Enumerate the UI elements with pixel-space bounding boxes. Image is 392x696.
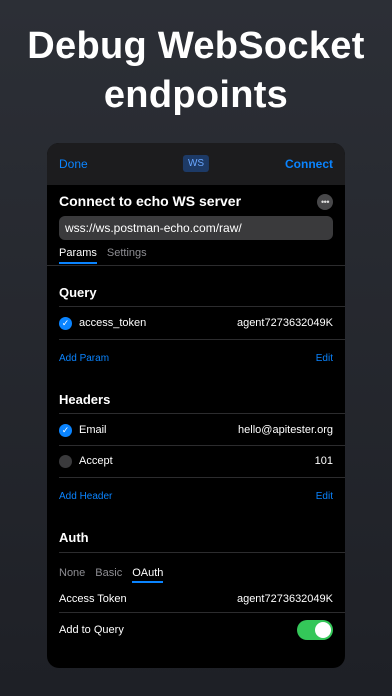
auth-section-title: Auth: [59, 530, 89, 545]
query-actions: Add Param Edit: [59, 353, 333, 364]
auth-tab-basic[interactable]: Basic: [95, 567, 122, 583]
checkmark-icon[interactable]: ✓: [59, 316, 72, 330]
header-row[interactable]: ✓ Email hello@apitester.org: [59, 420, 333, 440]
query-section-title: Query: [59, 285, 97, 300]
query-row[interactable]: ✓ access_token agent7273632049K: [59, 313, 333, 333]
tab-settings[interactable]: Settings: [107, 247, 147, 264]
header-value: hello@apitester.org: [238, 424, 333, 436]
query-key: access_token: [79, 317, 147, 329]
header-key: Email: [79, 424, 107, 436]
add-to-query-label: Add to Query: [59, 624, 124, 636]
divider: [59, 612, 345, 613]
header-key: Accept: [79, 455, 113, 467]
header-value: 101: [314, 455, 333, 467]
query-value: agent7273632049K: [236, 317, 333, 329]
access-token-label: Access Token: [59, 593, 127, 605]
header-row[interactable]: Accept 101: [59, 451, 333, 471]
tab-params[interactable]: Params: [59, 247, 97, 264]
divider: [59, 339, 345, 340]
request-tabs: Params Settings: [59, 247, 147, 264]
ellipsis-icon[interactable]: •••: [317, 194, 333, 210]
auth-tabs: None Basic OAuth: [59, 567, 164, 583]
request-title: Connect to echo WS server: [59, 193, 242, 209]
headline: Debug WebSocket endpoints: [0, 22, 392, 120]
add-to-query-row: Add to Query: [59, 620, 333, 640]
divider: [59, 413, 345, 414]
divider: [59, 445, 345, 446]
headline-line-2: endpoints: [103, 74, 289, 116]
divider: [59, 306, 345, 307]
header-actions: Add Header Edit: [59, 491, 333, 502]
access-token-value: agent7273632049K: [236, 593, 333, 605]
divider: [59, 477, 345, 478]
add-to-query-toggle[interactable]: [297, 620, 333, 640]
edit-headers-button[interactable]: Edit: [316, 491, 333, 502]
url-input[interactable]: [59, 216, 333, 240]
add-param-button[interactable]: Add Param: [59, 353, 109, 364]
nav-bar: Done WS Connect: [47, 143, 345, 185]
access-token-row[interactable]: Access Token agent7273632049K: [59, 589, 333, 609]
divider: [47, 265, 345, 266]
checkmark-icon[interactable]: ✓: [59, 423, 72, 437]
toggle-knob: [315, 622, 331, 638]
unchecked-circle-icon[interactable]: [59, 454, 72, 468]
auth-tab-oauth[interactable]: OAuth: [132, 567, 164, 583]
connect-button[interactable]: Connect: [285, 157, 333, 171]
ws-badge: WS: [182, 155, 210, 172]
request-sheet: Done WS Connect Connect to echo WS serve…: [47, 143, 345, 668]
divider: [59, 552, 345, 553]
headers-section-title: Headers: [59, 392, 111, 407]
edit-params-button[interactable]: Edit: [316, 353, 333, 364]
auth-tab-none[interactable]: None: [59, 567, 85, 583]
done-button[interactable]: Done: [59, 157, 88, 171]
headline-line-1: Debug WebSocket: [27, 25, 365, 67]
add-header-button[interactable]: Add Header: [59, 491, 112, 502]
